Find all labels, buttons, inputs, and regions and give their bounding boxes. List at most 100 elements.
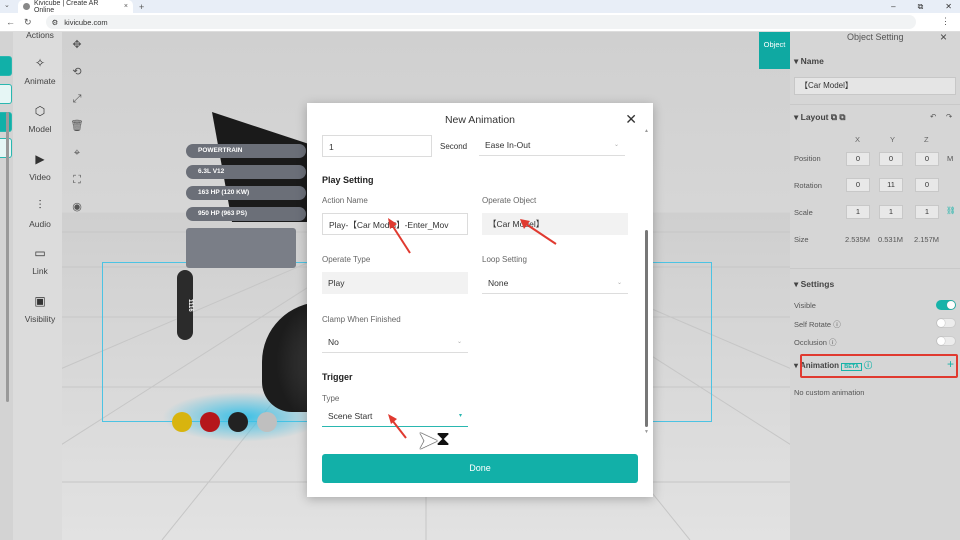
left-scrollbar[interactable] — [6, 112, 9, 402]
chevron-down-icon: ⌄ — [616, 280, 622, 286]
position-y[interactable]: 0 — [879, 152, 903, 166]
operate-object-label: Operate Object — [482, 196, 537, 205]
duration-unit: Second — [440, 142, 468, 151]
url-field[interactable]: ⚙ kivicube.com — [45, 15, 916, 29]
new-tab-button[interactable]: + — [139, 2, 144, 12]
rpm-gauge: 1116 — [177, 270, 193, 340]
scroll-down-icon[interactable]: ▼ — [644, 429, 649, 435]
rotate-icon[interactable]: ⟲ — [64, 59, 90, 86]
restore-button[interactable]: ⧉ — [918, 0, 924, 13]
model-icon: ⬡ — [34, 104, 46, 118]
close-window-button[interactable]: ✕ — [945, 0, 952, 13]
self-rotate-toggle[interactable] — [936, 318, 956, 328]
color-swatch-gray[interactable] — [257, 412, 277, 432]
browser-tab-strip: ⌄ Kivicube | Create AR Online × + – ⧉ ✕ — [0, 0, 960, 14]
rotation-x[interactable]: 0 — [846, 178, 870, 192]
duration-input[interactable]: 1 — [322, 135, 432, 157]
tab-search-icon[interactable]: ⌄ — [4, 1, 10, 9]
sidebar-item-visibility[interactable]: ▣ Visibility — [16, 294, 64, 324]
tab-close-icon[interactable]: × — [124, 3, 128, 10]
sidebar-item-audio[interactable]: ⫶ Audio — [16, 198, 64, 229]
dialog-title: New Animation — [444, 114, 516, 126]
browser-menu-icon[interactable]: ⋮ — [941, 16, 950, 27]
site-info-icon[interactable]: ⚙ — [52, 18, 59, 27]
visible-toggle[interactable] — [936, 300, 956, 310]
hourglass-icon: ⧗ — [436, 428, 451, 450]
color-swatch-yellow[interactable] — [172, 412, 192, 432]
clamp-select[interactable]: No ⌄ — [322, 331, 468, 353]
edge-panel-button-1[interactable] — [0, 56, 12, 76]
panel-title: Object Setting — [847, 32, 904, 42]
browser-tab[interactable]: Kivicube | Create AR Online × — [18, 0, 133, 14]
loop-setting-select[interactable]: None ⌄ — [482, 272, 628, 294]
sidebar-header-actions: Actions — [26, 30, 54, 40]
name-field[interactable]: 【Car Model】 — [794, 77, 956, 95]
new-animation-dialog: New Animation ✕ 1 Second Ease In-Out ⌄ Pl… — [307, 103, 653, 497]
color-swatch-red[interactable] — [200, 412, 220, 432]
object-tab[interactable]: Object — [759, 32, 790, 69]
scale-y[interactable]: 1 — [879, 205, 903, 219]
help-icon[interactable]: ⓘ — [833, 320, 841, 329]
spec-pill: 163 HP (120 KW) — [186, 186, 306, 200]
clamp-value: No — [328, 337, 339, 347]
close-icon[interactable]: ✕ — [625, 111, 637, 128]
axis-z: Z — [924, 135, 929, 144]
help-icon[interactable]: ⓘ — [829, 338, 837, 347]
occlusion-toggle[interactable] — [936, 336, 956, 346]
play-setting-header: Play Setting — [322, 175, 374, 185]
size-label: Size — [794, 235, 809, 244]
fullscreen-icon[interactable]: ⛶ — [64, 167, 90, 194]
audio-icon: ⫶ — [38, 198, 42, 212]
eye-icon[interactable]: ◉ — [64, 194, 90, 221]
lock-ratio-icon[interactable]: ⛓ — [946, 206, 956, 215]
easing-value: Ease In-Out — [485, 140, 531, 150]
scale-z[interactable]: 1 — [915, 205, 939, 219]
easing-select[interactable]: Ease In-Out ⌄ — [479, 134, 625, 156]
paste-icon[interactable]: ⧉ — [839, 112, 845, 122]
settings-section-header: ▾ Settings — [794, 279, 835, 289]
self-rotate-label: Self Rotate ⓘ — [794, 319, 841, 330]
scale-x[interactable]: 1 — [846, 205, 870, 219]
edge-panel-button-2[interactable] — [0, 84, 12, 104]
size-x: 2.535M — [845, 235, 871, 244]
annotation-highlight-box — [800, 354, 958, 378]
chevron-down-icon: ⌄ — [613, 142, 619, 148]
visible-label: Visible — [794, 301, 816, 310]
color-swatch-black[interactable] — [228, 412, 248, 432]
loop-value: None — [488, 278, 509, 288]
reload-icon[interactable]: ↻ — [24, 17, 32, 28]
spec-pill: 6.3L V12 — [186, 165, 306, 179]
rotation-y[interactable]: 11 — [879, 178, 903, 192]
copy-icon[interactable]: ⧉ — [831, 112, 837, 122]
close-icon[interactable]: × — [940, 30, 947, 44]
size-z: 2.157M — [914, 235, 940, 244]
section-label: Settings — [800, 279, 835, 289]
sidebar-item-video[interactable]: ▶ Video — [16, 152, 64, 182]
position-x[interactable]: 0 — [846, 152, 870, 166]
scale-icon[interactable]: ⤢ — [64, 86, 90, 113]
sidebar-item-label: Model — [28, 124, 52, 134]
dialog-scrollbar[interactable] — [645, 230, 648, 427]
object-settings-panel: Object Setting × ▾ Name 【Car Model】 ▾ La… — [790, 30, 960, 540]
delete-icon[interactable]: 🗑 — [64, 113, 90, 140]
sidebar-item-label: Animate — [24, 76, 56, 86]
redo-icon[interactable]: ↷ — [946, 112, 952, 121]
sidebar-item-animate[interactable]: ✧ Animate — [16, 56, 64, 86]
scroll-up-icon[interactable]: ▲ — [644, 128, 649, 134]
operate-type-field[interactable]: Play — [322, 272, 468, 294]
done-button[interactable]: Done — [322, 454, 638, 483]
chevron-down-icon: ⌄ — [456, 339, 462, 345]
caret-down-icon: ▾ — [458, 413, 462, 419]
undo-icon[interactable]: ↶ — [930, 112, 936, 121]
rotation-z[interactable]: 0 — [915, 178, 939, 192]
minimize-button[interactable]: – — [891, 0, 895, 13]
sidebar-item-link[interactable]: ▭ Link — [16, 246, 64, 276]
position-z[interactable]: 0 — [915, 152, 939, 166]
site-favicon-icon — [23, 3, 30, 10]
sidebar-item-model[interactable]: ⬡ Model — [16, 104, 64, 134]
trigger-header: Trigger — [322, 372, 353, 382]
move-icon[interactable]: ✥ — [64, 32, 90, 59]
target-icon[interactable]: ⌖ — [64, 140, 90, 167]
annotation-arrow-1 — [388, 218, 411, 254]
back-icon[interactable]: ← — [6, 17, 15, 28]
